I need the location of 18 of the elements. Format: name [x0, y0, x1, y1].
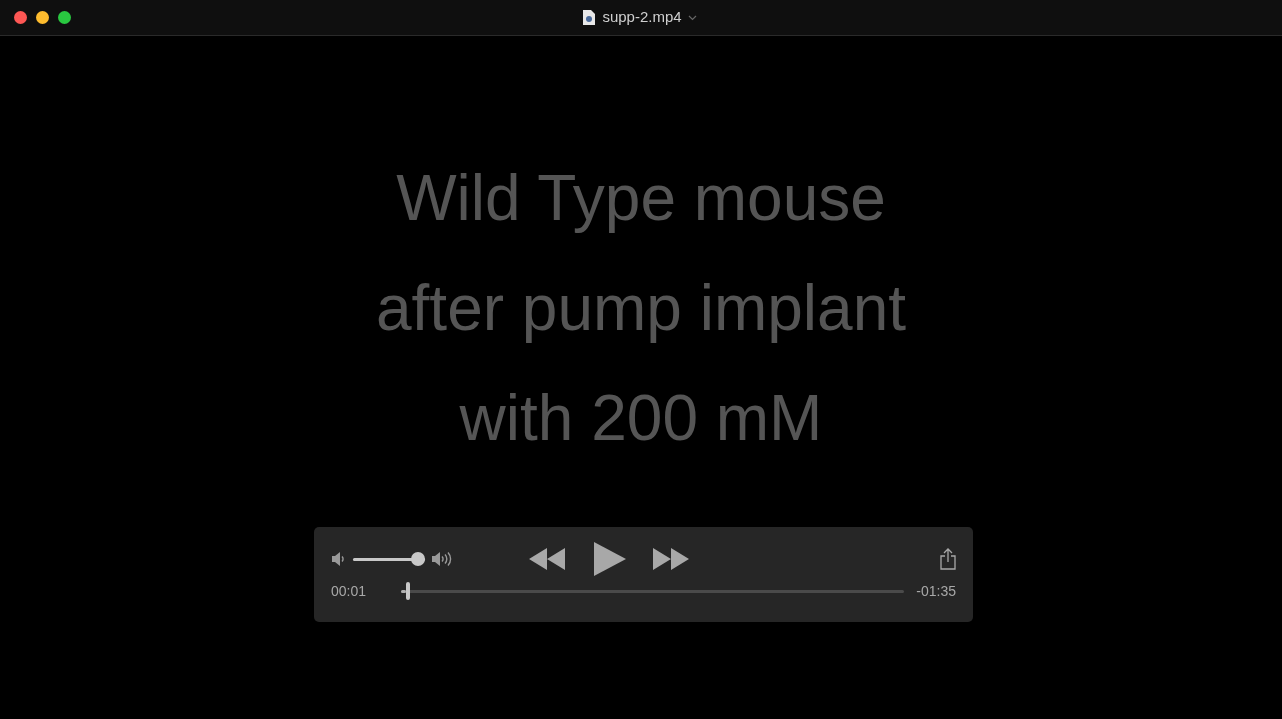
volume-low-icon[interactable]	[331, 551, 345, 567]
volume-high-icon[interactable]	[431, 551, 453, 567]
play-icon[interactable]	[593, 542, 627, 576]
elapsed-time: 00:01	[331, 581, 368, 601]
share-icon[interactable]	[940, 548, 956, 570]
fast-forward-icon[interactable]	[653, 548, 691, 570]
rewind-icon[interactable]	[529, 548, 567, 570]
video-caption: Wild Type mouse	[396, 161, 886, 236]
video-caption: after pump implant	[376, 271, 906, 346]
remaining-time: -01:35	[916, 581, 956, 601]
close-button[interactable]	[14, 11, 27, 24]
video-caption: with 200 mM	[459, 381, 823, 456]
window-title: supp-2.mp4	[602, 7, 682, 28]
zoom-button[interactable]	[58, 11, 71, 24]
chevron-down-icon[interactable]	[687, 14, 697, 21]
document-icon	[582, 9, 597, 26]
volume-slider[interactable]	[353, 552, 425, 566]
minimize-button[interactable]	[36, 11, 49, 24]
